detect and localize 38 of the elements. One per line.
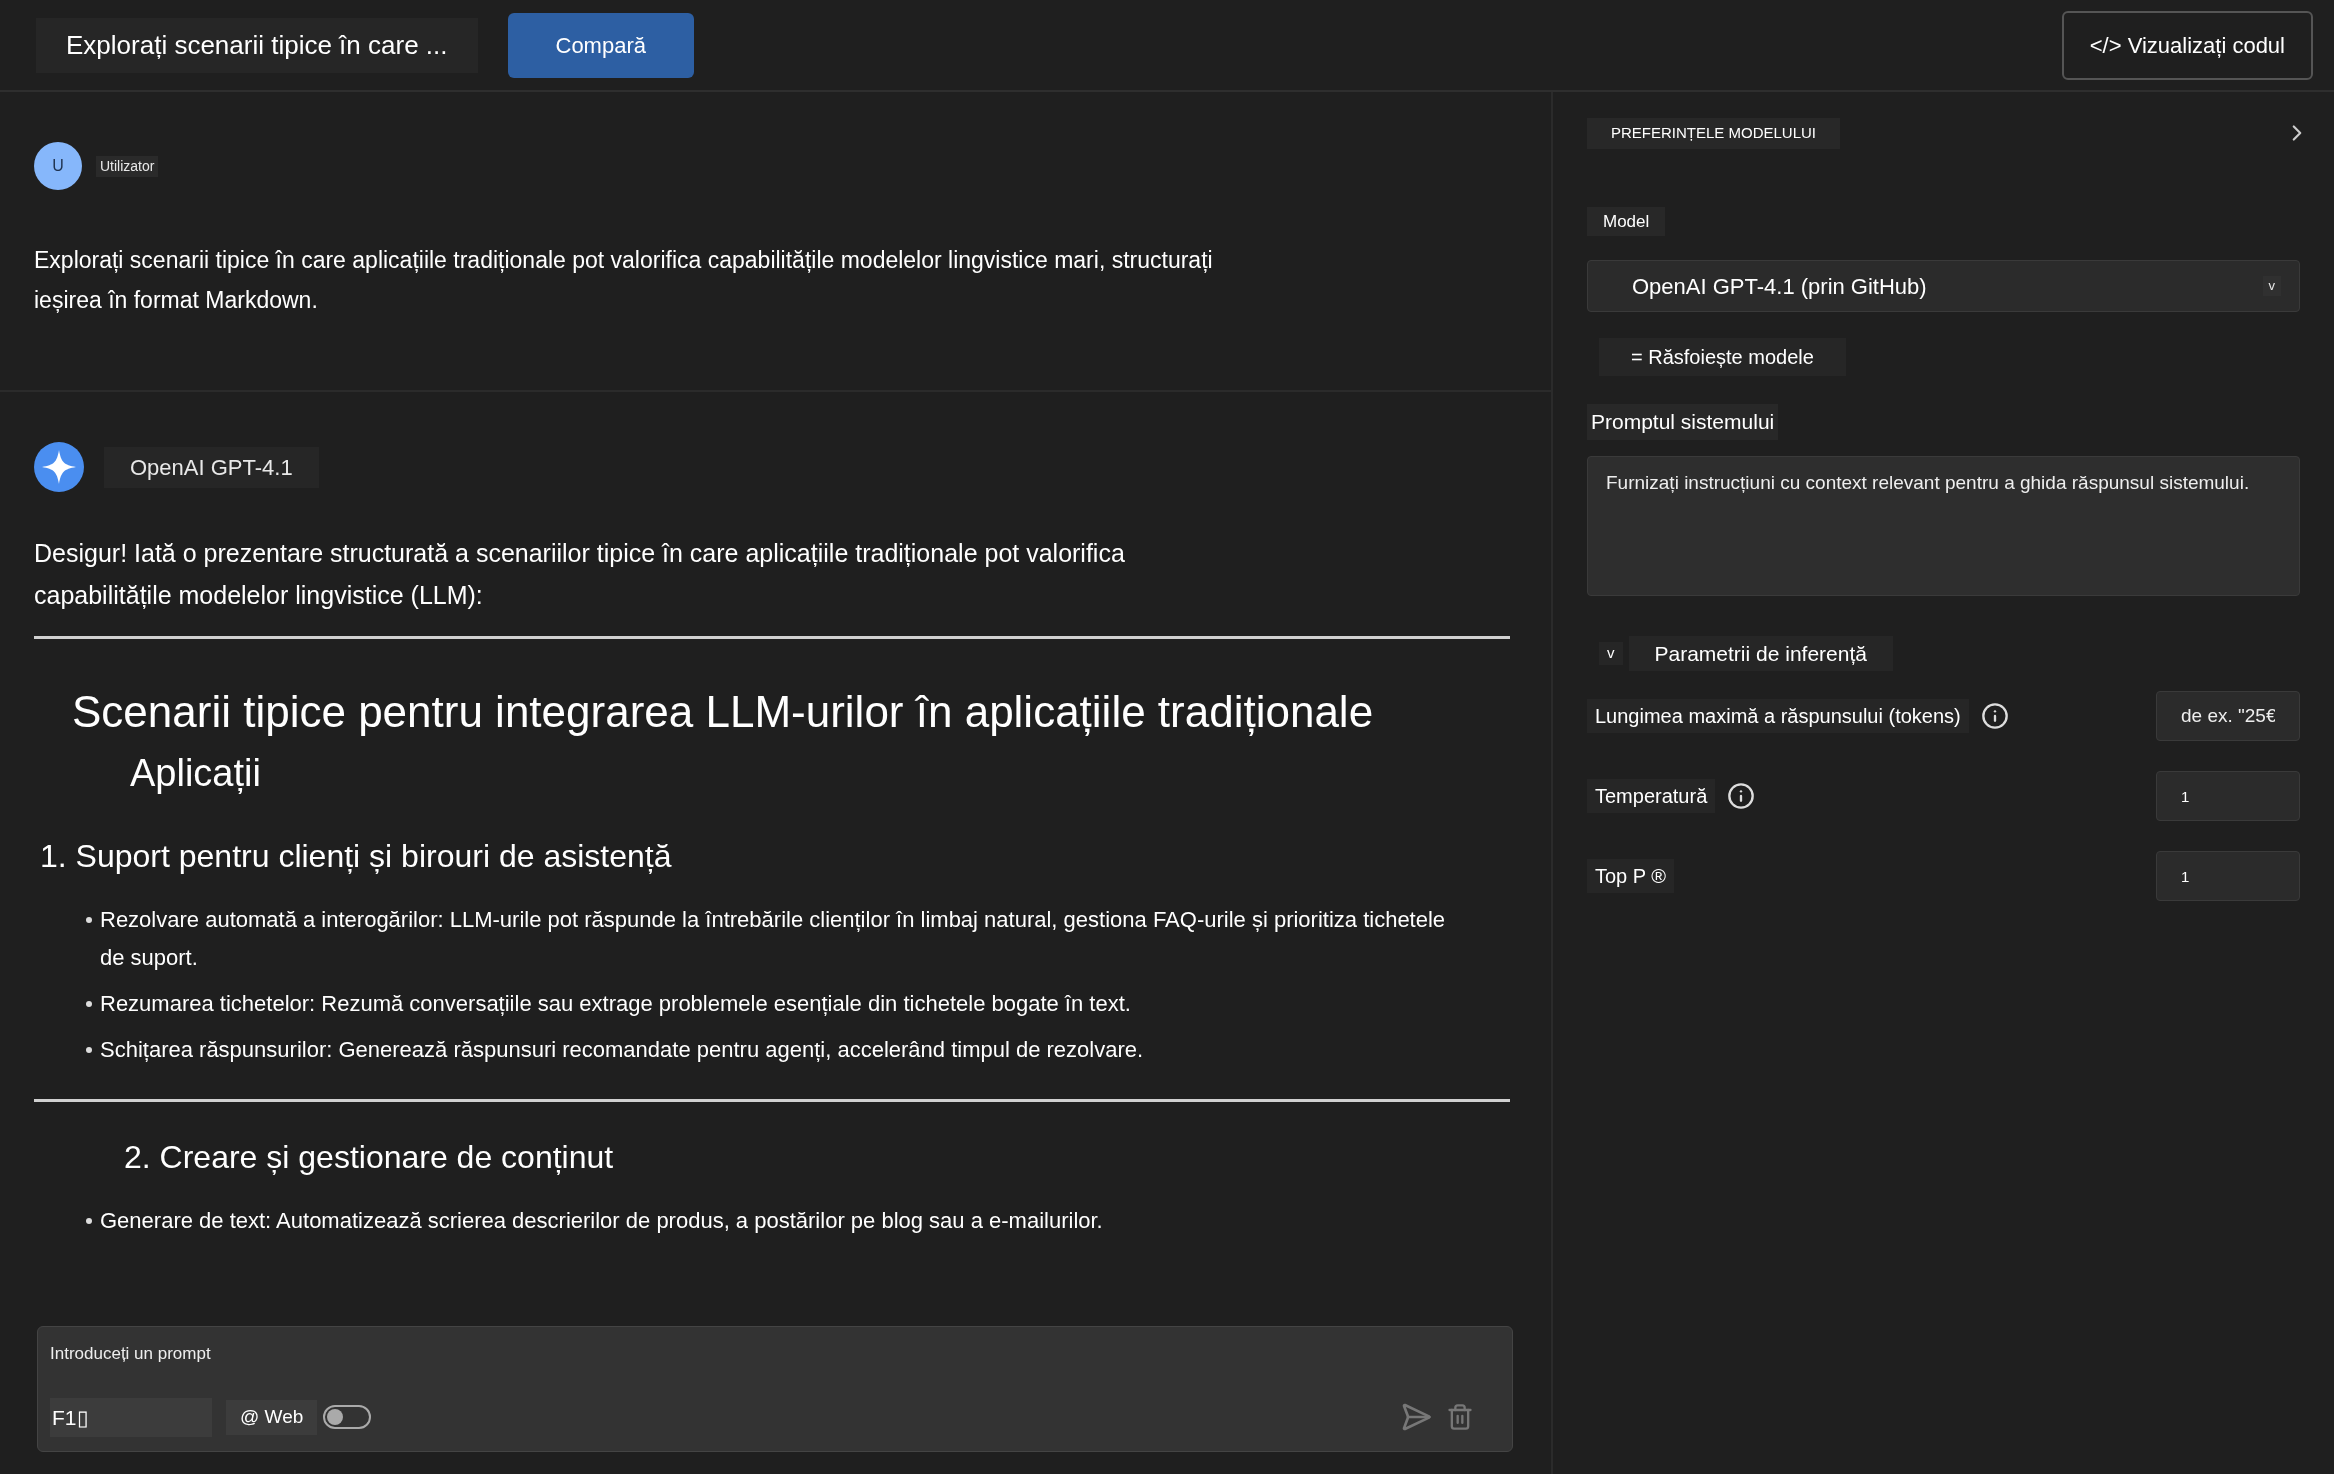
response-heading-continued: Aplicații [129,751,262,796]
parameter-field[interactable]: 1 [2156,771,2300,821]
model-dropdown[interactable]: OpenAI GPT-4.1 (prin GitHub) v [1587,260,2300,312]
web-toggle[interactable] [323,1405,372,1430]
response-heading: Scenarii tipice pentru integrarea LLM-urilor în aplicațiile tradiționale [71,686,1375,738]
user-message: Explorați scenarii tipice în care aplicațiile tradiționale pot valorifica capabilitățile modelelor lingvistice mari, structurați ieșirea în format Markdown. [34,246,1214,315]
info-icon[interactable] [1980,702,2009,730]
model-chip[interactable]: F1▯ [50,1397,212,1437]
delete-icon[interactable] [1446,1403,1474,1432]
user-name: Utilizator [96,155,159,177]
parameter-label: Top P ® [1587,859,1675,893]
section-heading: 2. Creare și gestionare de conținut [123,1138,615,1177]
assistant-name: OpenAI GPT-4.1 [104,446,319,488]
expand-toggle[interactable]: v [1599,642,1623,665]
assistant-intro: Desigur! Iată o prezentare structurată a scenariilor tipice în care aplicațiile tradiționale pot valorifica capabilitățile modelelor lingvistice (LLM): [34,538,1126,611]
model-label: Model [1587,206,1666,236]
compare-button[interactable]: Compară [507,12,694,78]
web-chip[interactable]: @ Web [226,1400,318,1435]
bullet-text: Rezumarea tichetelor: Rezumă conversațiile sau extrage problemele esențiale din tichetele bogate în text. [100,990,1131,1018]
view-code-button[interactable]: </> Vizualizați codul [2061,10,2313,80]
sparkle-avatar-icon [34,442,84,492]
system-prompt-label: Promptul sistemului [1587,404,1779,440]
parameter-label: Lungimea maximă a răspunsului (tokens) [1587,699,1969,733]
parameter-label: Temperatură [1587,779,1716,813]
caret-icon: v [2262,276,2281,296]
conversation-title: Explorați scenarii tipice în care ... [36,17,478,73]
bullet-text: Rezolvare automată a interogărilor: LLM-urile pot răspunde la întrebările clienților în limbaj natural, gestiona FAQ-urile și prioritiza tichetele de suport. [100,906,1447,972]
settings-title: PREFERINȚELE MODELULUI [1587,118,1841,149]
parameter-field[interactable]: 1 [2156,851,2300,901]
bullet-text: Schițarea răspunsurilor: Generează răspunsuri recomandate pentru agenți, accelerând timpul de rezolvare. [100,1036,1144,1064]
system-prompt-field[interactable]: Furnizați instrucțiuni cu context relevant pentru a ghida răspunsul sistemului. [1587,455,2300,596]
bullet-text: Generare de text: Automatizează scrierea descrierilor de produs, a postărilor pe blog sau a e-mailurilor. [100,1207,1103,1235]
browse-models-button[interactable]: = Răsfoiește modele [1599,338,1846,376]
user-avatar: U [34,142,82,190]
prompt-input[interactable]: Introduceți un prompt [50,1341,650,1367]
inference-title: Parametrii de inferență [1628,635,1893,671]
info-icon[interactable] [1727,782,1756,810]
section-heading: 1. Suport pentru clienți și birouri de asistență [39,837,673,876]
